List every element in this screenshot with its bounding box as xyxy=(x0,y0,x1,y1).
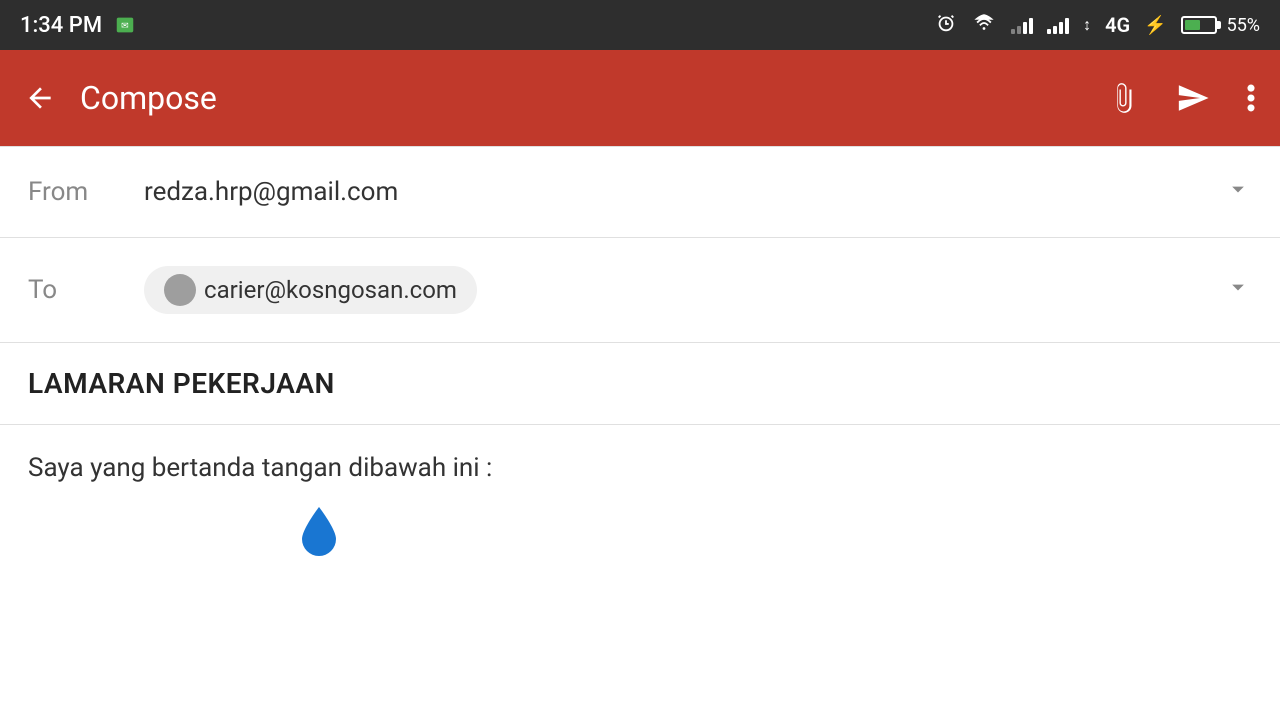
status-time-group: 1:34 PM ✉ xyxy=(20,13,136,38)
status-bar: 1:34 PM ✉ xyxy=(0,0,1280,50)
network-type: 4G xyxy=(1105,13,1130,37)
to-avatar xyxy=(164,274,196,306)
toolbar: Compose xyxy=(0,50,1280,146)
subject-value: LAMARAN PEKERJAAN xyxy=(28,367,335,400)
signal-icon-2 xyxy=(1047,16,1069,34)
signal-icon-1 xyxy=(1011,16,1033,34)
to-chevron-icon[interactable] xyxy=(1224,273,1252,307)
more-button[interactable] xyxy=(1246,81,1256,115)
from-row: From redza.hrp@gmail.com xyxy=(0,147,1280,237)
from-label: From xyxy=(28,177,128,207)
notification-icon: ✉ xyxy=(114,14,136,36)
charging-icon: ⚡ xyxy=(1144,15,1166,36)
to-chip-container: carier@kosngosan.com xyxy=(144,266,1224,314)
alarm-icon xyxy=(935,12,957,39)
toolbar-title: Compose xyxy=(80,79,1106,117)
body-area[interactable]: Saya yang bertanda tangan dibawah ini : xyxy=(0,425,1280,531)
body-text: Saya yang bertanda tangan dibawah ini : xyxy=(28,453,492,483)
back-button[interactable] xyxy=(24,82,56,114)
status-time: 1:34 PM xyxy=(20,13,102,38)
subject-row[interactable]: LAMARAN PEKERJAAN xyxy=(0,343,1280,424)
to-label: To xyxy=(28,275,128,305)
data-arrows-icon: ↕ xyxy=(1083,15,1091,35)
to-recipient-label: carier@kosngosan.com xyxy=(204,276,457,304)
toolbar-actions xyxy=(1106,81,1256,115)
svg-text:✉: ✉ xyxy=(121,22,129,32)
send-button[interactable] xyxy=(1176,81,1210,115)
from-value[interactable]: redza.hrp@gmail.com xyxy=(144,177,1224,207)
touch-cursor xyxy=(298,503,340,557)
wifi-icon xyxy=(971,12,997,39)
to-row: To carier@kosngosan.com xyxy=(0,238,1280,342)
from-chevron-icon[interactable] xyxy=(1224,175,1252,209)
attach-button[interactable] xyxy=(1106,81,1140,115)
to-recipient-chip[interactable]: carier@kosngosan.com xyxy=(144,266,477,314)
battery-icon: 55% xyxy=(1181,15,1260,36)
status-icons: ↕ 4G ⚡ 55% xyxy=(935,12,1260,39)
battery-percent: 55% xyxy=(1227,15,1260,36)
